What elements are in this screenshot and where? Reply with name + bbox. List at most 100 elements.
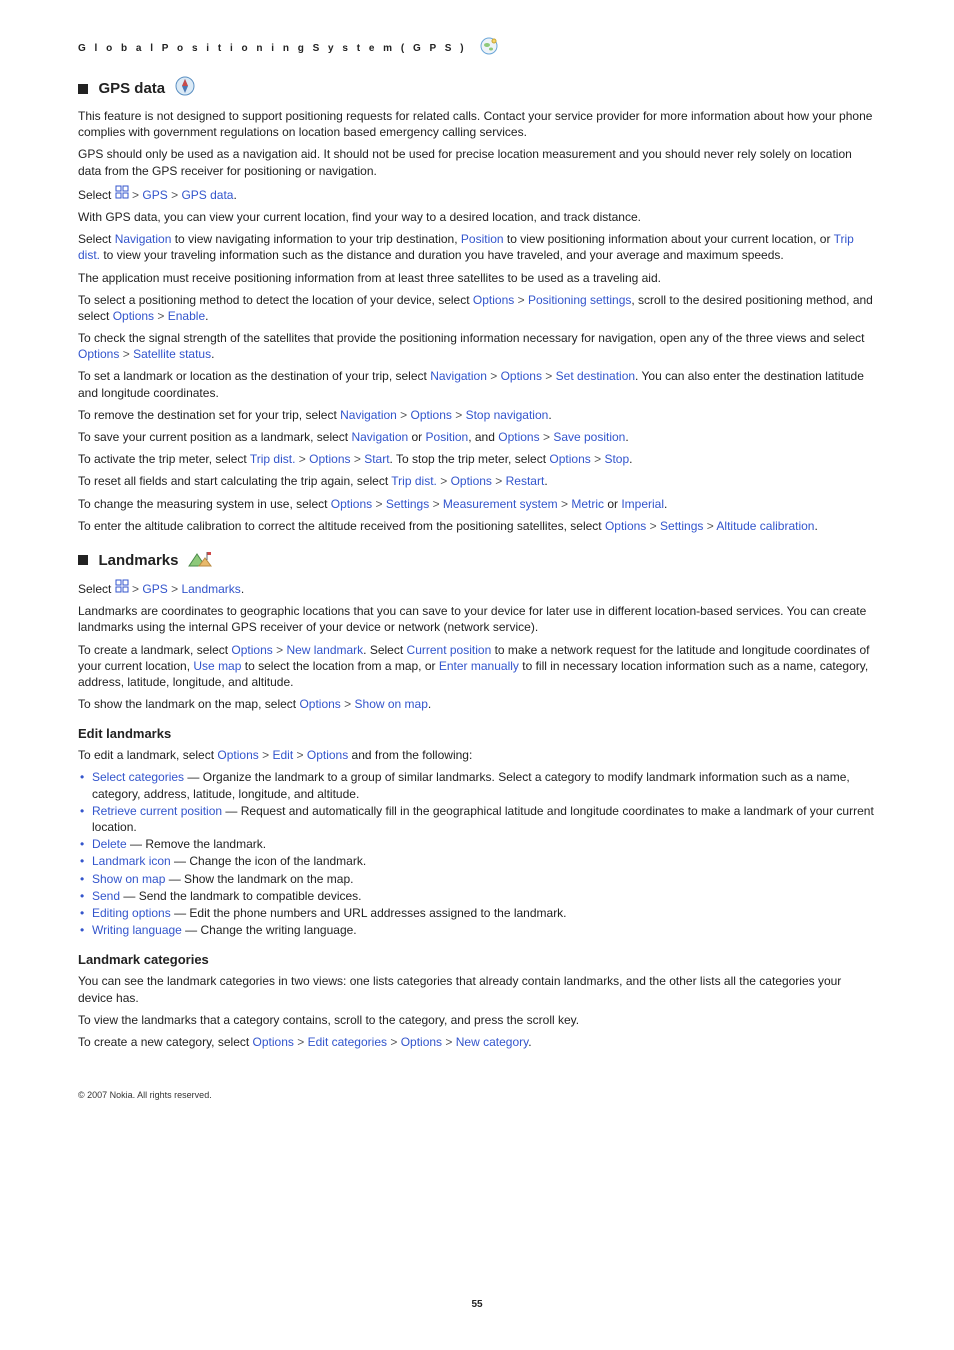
body-text: Select Navigation to view navigating inf… (78, 231, 876, 263)
ui-term: Trip dist. (250, 452, 296, 466)
compass-icon (174, 84, 196, 101)
ui-term: Enable (168, 309, 205, 323)
text: To select a positioning method to detect… (78, 293, 473, 307)
bullet-square-icon (78, 555, 88, 565)
body-text: The application must receive positioning… (78, 270, 876, 286)
breadcrumb: G l o b a l P o s i t i o n i n g S y s … (78, 43, 467, 54)
ui-term: Navigation (430, 369, 487, 383)
ui-term: Options (307, 748, 348, 762)
text: to select the location from a map, or (241, 659, 438, 673)
text: and from the following: (348, 748, 472, 762)
text: To set a landmark or location as the des… (78, 369, 430, 383)
ui-term: Delete (92, 837, 127, 851)
list-item: Landmark icon — Change the icon of the l… (78, 853, 876, 869)
chevron-icon: > (433, 497, 440, 511)
body-text: To set a landmark or location as the des… (78, 368, 876, 400)
body-text: To view the landmarks that a category co… (78, 1012, 876, 1028)
chevron-icon: > (262, 748, 269, 762)
bullet-square-icon (78, 84, 88, 94)
menu-icon (115, 582, 129, 596)
ui-term: Set destination (556, 369, 635, 383)
ui-term: Stop (604, 452, 629, 466)
ui-term: Options (299, 697, 340, 711)
text: or (408, 430, 425, 444)
ui-term: Options (473, 293, 514, 307)
chevron-icon: > (132, 188, 139, 202)
landmarks-icon (187, 555, 213, 572)
chevron-icon: > (440, 474, 447, 488)
chevron-icon: > (543, 430, 550, 444)
text: . (211, 347, 214, 361)
subheading-edit-landmarks: Edit landmarks (78, 726, 876, 741)
text: , and (468, 430, 498, 444)
text: to view your traveling information such … (100, 248, 784, 262)
body-text: To save your current position as a landm… (78, 429, 876, 445)
body-text: With GPS data, you can view your current… (78, 209, 876, 225)
ui-term: Edit categories (308, 1035, 387, 1049)
ui-term: Options (231, 643, 272, 657)
ui-term: Satellite status (133, 347, 211, 361)
ui-term: New category (456, 1035, 528, 1049)
text: — Remove the landmark. (127, 837, 266, 851)
chevron-icon: > (354, 452, 361, 466)
text: — Send the landmark to compatible device… (120, 889, 361, 903)
text: . (548, 408, 551, 422)
text: To remove the destination set for your t… (78, 408, 340, 422)
ui-term: Options (451, 474, 492, 488)
header-globe-icon (479, 36, 499, 61)
ui-term: Measurement system (443, 497, 558, 511)
section-heading-landmarks: Landmarks (78, 548, 876, 573)
text: . To stop the trip meter, select (390, 452, 550, 466)
chevron-icon: > (299, 452, 306, 466)
ui-term: Landmark icon (92, 854, 171, 868)
ui-term: Restart (506, 474, 545, 488)
chevron-icon: > (297, 1035, 304, 1049)
ui-term: Options (253, 1035, 294, 1049)
ui-term: Altitude calibration (716, 519, 814, 533)
ui-term: Positioning settings (528, 293, 631, 307)
chevron-icon: > (297, 748, 304, 762)
ui-term: Options (411, 408, 452, 422)
text: . (625, 430, 628, 444)
ui-term: Imperial (621, 497, 664, 511)
ui-term: Options (309, 452, 350, 466)
ui-term: Position (426, 430, 469, 444)
chevron-icon: > (518, 293, 525, 307)
body-text: You can see the landmark categories in t… (78, 973, 876, 1005)
text: — Change the writing language. (182, 923, 357, 937)
chevron-icon: > (157, 309, 164, 323)
chevron-icon: > (545, 369, 552, 383)
ui-term: Editing options (92, 906, 171, 920)
list-item: Show on map — Show the landmark on the m… (78, 871, 876, 887)
body-text: To check the signal strength of the sate… (78, 330, 876, 362)
list-item: Retrieve current position — Request and … (78, 803, 876, 835)
text: To change the measuring system in use, s… (78, 497, 331, 511)
text: . (233, 188, 236, 202)
ui-term: Options (113, 309, 154, 323)
ui-term: Options (331, 497, 372, 511)
heading-text: GPS data (98, 80, 165, 97)
body-text: To show the landmark on the map, select … (78, 696, 876, 712)
text: . Select (363, 643, 406, 657)
text: To activate the trip meter, select (78, 452, 250, 466)
menu-path: GPS (142, 188, 167, 202)
chevron-icon: > (390, 1035, 397, 1049)
body-text: Select > GPS > GPS data. (78, 185, 876, 203)
text: — Change the icon of the landmark. (171, 854, 366, 868)
ui-term: Metric (571, 497, 604, 511)
chevron-icon: > (171, 188, 178, 202)
ui-term: Select categories (92, 770, 184, 784)
ui-term: Start (364, 452, 389, 466)
ui-term: Save position (553, 430, 625, 444)
body-text: To remove the destination set for your t… (78, 407, 876, 423)
chevron-icon: > (490, 369, 497, 383)
section-heading-gps: GPS data (78, 75, 876, 102)
text: . (544, 474, 547, 488)
ui-term: Position (461, 232, 504, 246)
ui-term: New landmark (286, 643, 363, 657)
chevron-icon: > (561, 497, 568, 511)
ui-term: Options (401, 1035, 442, 1049)
ui-term: Options (501, 369, 542, 383)
list-item: Send — Send the landmark to compatible d… (78, 888, 876, 904)
ui-term: Enter manually (439, 659, 519, 673)
